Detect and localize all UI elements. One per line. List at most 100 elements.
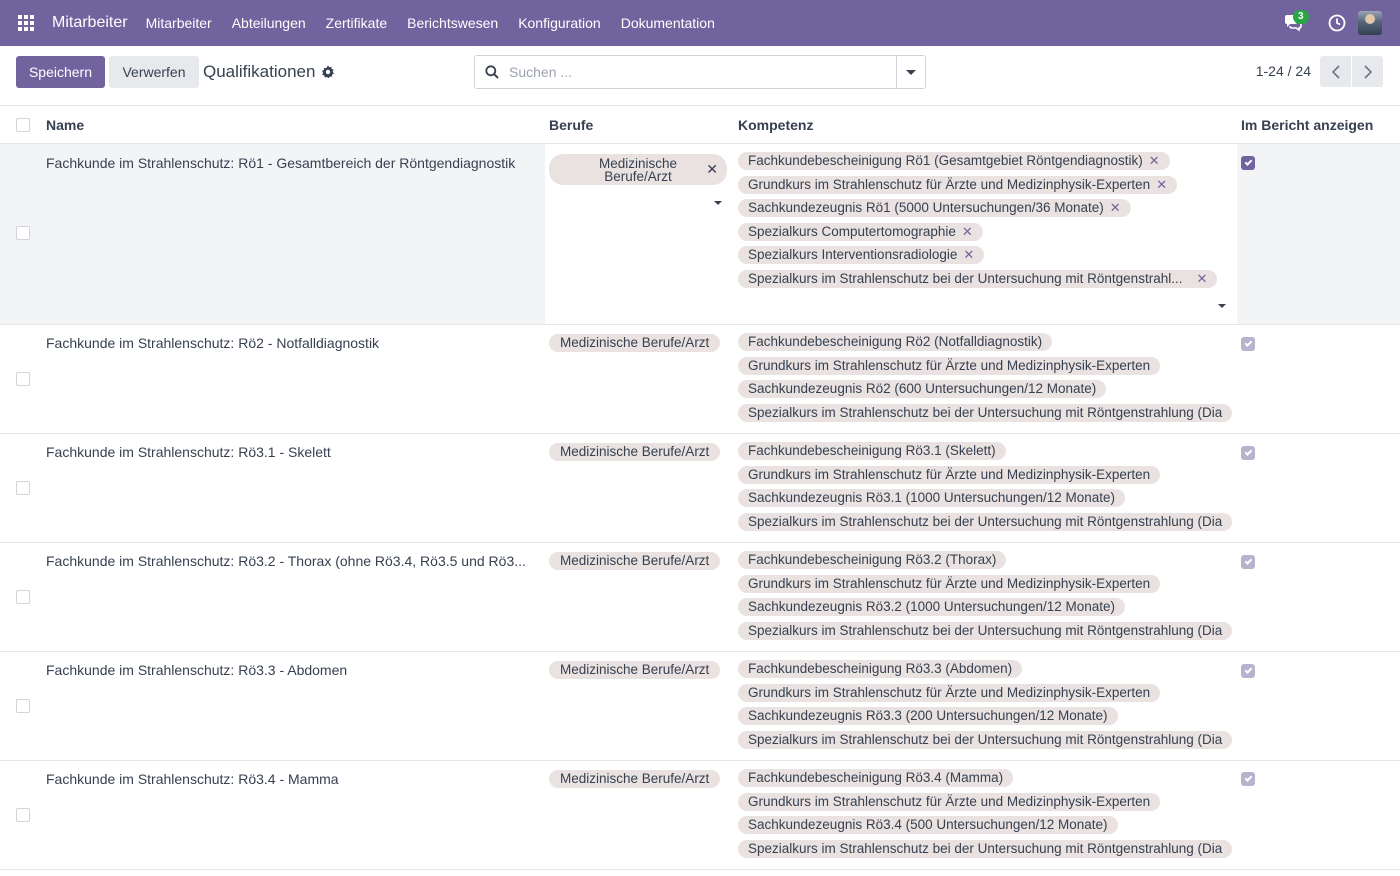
row-checkbox[interactable] <box>16 481 30 495</box>
chevron-left-icon <box>1331 64 1340 79</box>
row-checkbox[interactable] <box>16 699 30 713</box>
name-cell[interactable]: Fachkunde im Strahlenschutz: Rö1 - Gesam… <box>46 155 540 171</box>
column-header-berufe[interactable]: Berufe <box>549 117 593 133</box>
row-checkbox[interactable] <box>16 372 30 386</box>
kompetenz-tag: Spezialkurs im Strahlenschutz bei der Un… <box>738 512 1233 531</box>
column-header-im-bericht[interactable]: Im Bericht anzeigen <box>1241 117 1373 133</box>
table-row[interactable]: Fachkunde im Strahlenschutz: Rö3.1 - Ske… <box>0 434 1400 543</box>
pager-value[interactable]: 1-24 / 24 <box>1256 63 1311 79</box>
im-bericht-checkbox[interactable] <box>1241 664 1255 678</box>
remove-tag-icon[interactable]: ✕ <box>706 162 718 176</box>
im-bericht-checkbox[interactable] <box>1241 337 1255 351</box>
nav-item-mitarbeiter[interactable]: Mitarbeiter <box>146 15 212 31</box>
discard-button[interactable]: Verwerfen <box>109 56 199 88</box>
kompetenz-tag-label: Spezialkurs im Strahlenschutz bei der Un… <box>748 270 1183 286</box>
im-bericht-checkbox[interactable] <box>1241 156 1255 170</box>
clock-icon <box>1328 14 1346 32</box>
name-cell: Fachkunde im Strahlenschutz: Rö3.3 - Abd… <box>46 662 348 678</box>
kompetenz-tag: Spezialkurs Interventionsradiologie ✕ <box>738 246 985 264</box>
dropdown-caret-icon[interactable] <box>1218 304 1226 308</box>
search-input[interactable] <box>509 57 896 87</box>
select-all-checkbox[interactable] <box>16 118 30 132</box>
row-checkbox[interactable] <box>16 226 30 240</box>
table-row-editing[interactable]: Fachkunde im Strahlenschutz: Rö1 - Gesam… <box>0 144 1400 325</box>
table-row[interactable]: Fachkunde im Strahlenschutz: Rö3.3 - Abd… <box>0 652 1400 761</box>
im-bericht-checkbox[interactable] <box>1241 446 1255 460</box>
row-checkbox[interactable] <box>16 590 30 604</box>
kompetenz-tag-label: Sachkundezeugnis Rö1 (5000 Untersuchunge… <box>748 200 1104 215</box>
name-cell: Fachkunde im Strahlenschutz: Rö2 - Notfa… <box>46 335 380 351</box>
remove-tag-icon[interactable]: ✕ <box>1110 200 1121 215</box>
beruf-tag: Medizinische Berufe/Arzt ✕ <box>549 154 727 185</box>
remove-tag-icon[interactable]: ✕ <box>1149 153 1160 168</box>
caret-down-icon <box>906 69 916 75</box>
gear-icon[interactable] <box>321 65 335 82</box>
table-row[interactable]: Fachkunde im Strahlenschutz: Rö2 - Notfa… <box>0 325 1400 434</box>
kompetenz-edit-field[interactable]: Fachkundebescheinigung Rö1 (Gesamtgebiet… <box>733 144 1237 324</box>
beruf-tag-label: Medizinische Berufe/Arzt <box>598 156 678 184</box>
activity-button[interactable] <box>1322 0 1352 46</box>
beruf-tag: Medizinische Berufe/Arzt <box>549 770 721 788</box>
nav-item-konfiguration[interactable]: Konfiguration <box>518 15 601 31</box>
kompetenz-tag: Fachkundebescheinigung Rö3.3 (Abdomen) <box>738 660 1023 678</box>
pager-previous-button[interactable] <box>1320 56 1351 87</box>
kompetenz-tags: Fachkundebescheinigung Rö3.4 (Mamma) Gru… <box>738 769 1238 863</box>
remove-tag-icon[interactable]: ✕ <box>1156 177 1167 192</box>
name-cell: Fachkunde im Strahlenschutz: Rö3.4 - Mam… <box>46 771 339 787</box>
kompetenz-tag: Grundkurs im Strahlenschutz für Ärzte un… <box>738 792 1161 811</box>
kompetenz-tag: Spezialkurs im Strahlenschutz bei der Un… <box>738 621 1233 640</box>
remove-tag-icon[interactable]: ✕ <box>962 224 973 239</box>
column-header-kompetenz[interactable]: Kompetenz <box>738 117 813 133</box>
kompetenz-tags: Fachkundebescheinigung Rö3.3 (Abdomen) G… <box>738 660 1238 754</box>
kompetenz-tag: Grundkurs im Strahlenschutz für Ärzte un… <box>738 356 1161 375</box>
kompetenz-tags: Fachkundebescheinigung Rö2 (Notfalldiagn… <box>738 333 1238 427</box>
save-button[interactable]: Speichern <box>16 56 105 88</box>
table-header: Name Berufe Kompetenz Im Bericht anzeige… <box>0 106 1400 144</box>
kompetenz-tag: Spezialkurs im Strahlenschutz bei der Un… <box>738 403 1233 422</box>
dropdown-caret-icon[interactable] <box>714 201 722 205</box>
kompetenz-tag-label: Spezialkurs Interventionsradiologie <box>748 247 958 262</box>
kompetenz-tag: Fachkundebescheinigung Rö3.1 (Skelett) <box>738 442 1006 460</box>
nav-item-abteilungen[interactable]: Abteilungen <box>232 15 306 31</box>
nav-item-dokumentation[interactable]: Dokumentation <box>621 15 715 31</box>
kompetenz-tag: Spezialkurs im Strahlenschutz bei der Un… <box>738 269 1218 288</box>
app-brand[interactable]: Mitarbeiter <box>52 14 128 32</box>
kompetenz-tag: Fachkundebescheinigung Rö3.2 (Thorax) <box>738 551 1007 569</box>
im-bericht-checkbox[interactable] <box>1241 555 1255 569</box>
name-cell: Fachkunde im Strahlenschutz: Rö3.2 - Tho… <box>46 553 526 569</box>
beruf-tag: Medizinische Berufe/Arzt <box>549 334 721 352</box>
name-cell: Fachkunde im Strahlenschutz: Rö3.1 - Ske… <box>46 444 331 460</box>
kompetenz-tags: Fachkundebescheinigung Rö3.2 (Thorax) Gr… <box>738 551 1238 645</box>
search-icon <box>475 65 509 79</box>
kompetenz-tag: Sachkundezeugnis Rö3.1 (1000 Untersuchun… <box>738 489 1125 507</box>
beruf-tag: Medizinische Berufe/Arzt <box>549 552 721 570</box>
user-avatar[interactable] <box>1358 11 1382 35</box>
page-title: Qualifikationen <box>203 62 316 81</box>
beruf-tag: Medizinische Berufe/Arzt <box>549 443 721 461</box>
kompetenz-tag: Spezialkurs im Strahlenschutz bei der Un… <box>738 839 1233 858</box>
kompetenz-tag: Grundkurs im Strahlenschutz für Ärzte un… <box>738 465 1161 484</box>
kompetenz-tag: Sachkundezeugnis Rö3.2 (1000 Untersuchun… <box>738 598 1125 616</box>
kompetenz-tag: Spezialkurs Computertomographie ✕ <box>738 222 983 241</box>
chevron-right-icon <box>1363 64 1372 79</box>
column-header-name[interactable]: Name <box>46 117 84 133</box>
messages-button[interactable]: 3 <box>1278 0 1309 46</box>
search-options-toggle[interactable] <box>896 56 925 88</box>
berufe-edit-field[interactable]: Medizinische Berufe/Arzt ✕ <box>545 144 733 324</box>
remove-tag-icon[interactable]: ✕ <box>1196 271 1207 286</box>
table-row[interactable]: Fachkunde im Strahlenschutz: Rö3.2 - Tho… <box>0 543 1400 652</box>
kompetenz-tag: Sachkundezeugnis Rö2 (600 Untersuchungen… <box>738 380 1107 398</box>
im-bericht-checkbox[interactable] <box>1241 772 1255 786</box>
control-panel: Speichern Verwerfen Qualifikationen 1-24… <box>0 46 1400 106</box>
kompetenz-tag: Sachkundezeugnis Rö1 (5000 Untersuchunge… <box>738 199 1131 217</box>
nav-item-berichtswesen[interactable]: Berichtswesen <box>407 15 498 31</box>
qualifications-table: Name Berufe Kompetenz Im Bericht anzeige… <box>0 106 1400 870</box>
nav-item-zertifikate[interactable]: Zertifikate <box>326 15 387 31</box>
row-checkbox[interactable] <box>16 808 30 822</box>
table-row[interactable]: Fachkunde im Strahlenschutz: Rö3.4 - Mam… <box>0 761 1400 870</box>
kompetenz-tag: Sachkundezeugnis Rö3.3 (200 Untersuchung… <box>738 707 1118 725</box>
pager-next-button[interactable] <box>1352 56 1383 87</box>
top-navbar: Mitarbeiter Mitarbeiter Abteilungen Zert… <box>0 0 1400 46</box>
remove-tag-icon[interactable]: ✕ <box>963 247 974 262</box>
apps-menu-icon[interactable] <box>0 0 52 46</box>
